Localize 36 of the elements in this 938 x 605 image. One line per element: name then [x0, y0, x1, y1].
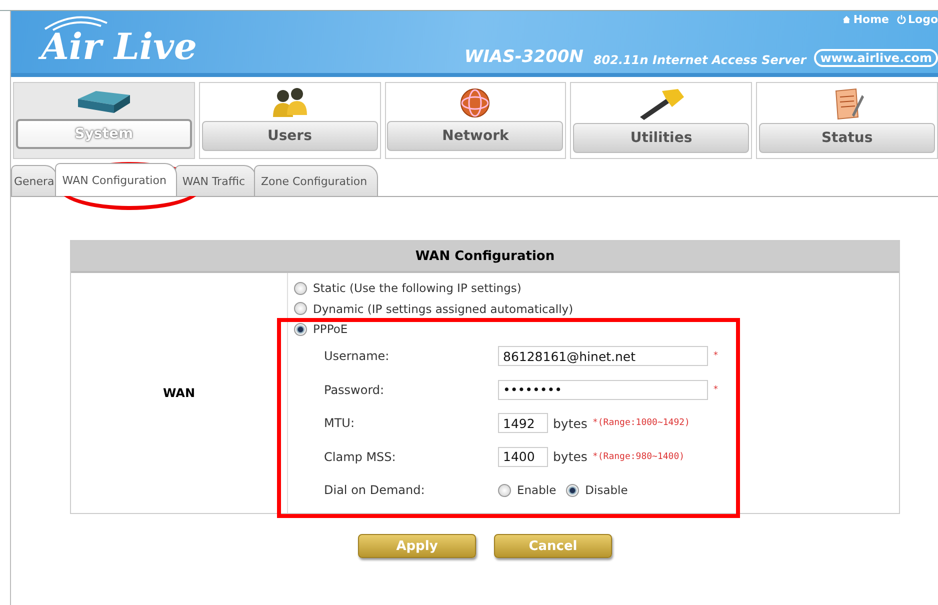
- required-mark: *: [713, 384, 718, 395]
- number-input-field[interactable]: 1492: [498, 413, 548, 434]
- number-input-field[interactable]: 1400: [498, 446, 548, 467]
- option-radio[interactable]: Enable: [498, 480, 556, 500]
- text-input-field[interactable]: ••••••••: [498, 380, 708, 400]
- home-icon: [842, 15, 852, 24]
- unit-label: bytes: [553, 416, 588, 431]
- text-input-field[interactable]: 86128161@hinet.net: [498, 346, 708, 366]
- field-label: Password:: [324, 382, 386, 397]
- table-title: WAN Configuration: [71, 241, 899, 273]
- range-hint: *(Range:1000~1492): [592, 418, 690, 428]
- nav-button[interactable]: System: [16, 119, 192, 149]
- sub-tab[interactable]: WAN Configuration: [55, 163, 178, 196]
- row-label: WAN: [162, 386, 196, 400]
- nav-button[interactable]: Network: [387, 121, 564, 151]
- field-label: Username:: [324, 349, 390, 364]
- unit-label: bytes: [553, 449, 588, 464]
- power-icon: [897, 15, 906, 24]
- nav-button[interactable]: Status: [759, 123, 936, 153]
- model-name: WIAS-3200N: [464, 47, 584, 67]
- mode-radio-option[interactable]: PPPoE: [294, 319, 718, 340]
- nav-button[interactable]: Users: [202, 121, 378, 151]
- field-label: Clamp MSS:: [324, 450, 397, 464]
- sub-tab[interactable]: Zone Configuration: [254, 165, 378, 196]
- sub-tab[interactable]: WAN Traffic: [175, 165, 256, 196]
- mode-radio-option[interactable]: Static (Use the following IP settings): [294, 278, 718, 298]
- nav-button[interactable]: Utilities: [573, 123, 750, 153]
- product-subtitle: 802.11n Internet Access Server: [593, 53, 806, 67]
- required-mark: *: [713, 351, 718, 362]
- mode-radio-option[interactable]: Dynamic (IP settings assigned automatically): [294, 298, 718, 319]
- range-hint: *(Range:980~1400): [592, 452, 685, 462]
- option-radio[interactable]: Disable: [566, 480, 628, 500]
- globe-icon: [459, 87, 492, 119]
- field-label: MTU:: [324, 416, 356, 430]
- field-label: Dial on Demand:: [324, 483, 426, 498]
- sub-tab[interactable]: Genera: [11, 165, 58, 196]
